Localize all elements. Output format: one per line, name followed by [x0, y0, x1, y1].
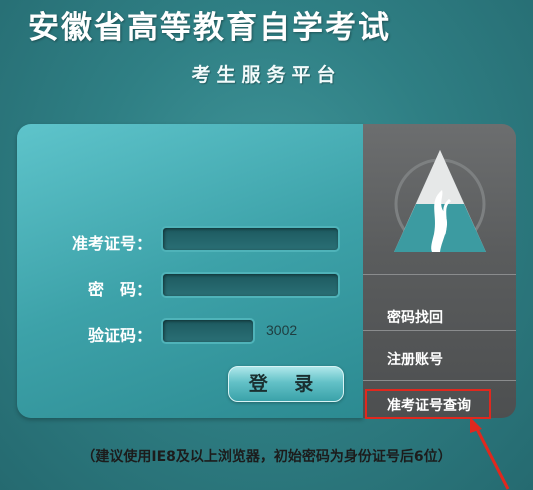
captcha-label: 验证码：: [87, 326, 152, 345]
browser-note: （建议使用IE8及以上浏览器，初始密码为身份证号后6位）: [81, 449, 452, 465]
page-subtitle: 考生服务平台: [191, 64, 342, 86]
captcha-input[interactable]: [161, 318, 255, 344]
password-label: 密 码：: [87, 280, 152, 299]
password-input[interactable]: [161, 272, 340, 298]
side-panel: 密码找回 注册账号 准考证号查询: [363, 124, 516, 418]
page-title: 安徽省高等教育自学考试: [28, 10, 391, 46]
exam-id-label: 准考证号：: [71, 234, 152, 253]
login-button[interactable]: 登 录: [228, 366, 344, 402]
password-recovery-link[interactable]: 密码找回: [363, 296, 516, 340]
register-account-link[interactable]: 注册账号: [363, 338, 516, 382]
captcha-code[interactable]: 3002: [266, 322, 297, 338]
mountain-logo-icon: [380, 142, 500, 262]
exam-id-input[interactable]: [161, 226, 340, 252]
